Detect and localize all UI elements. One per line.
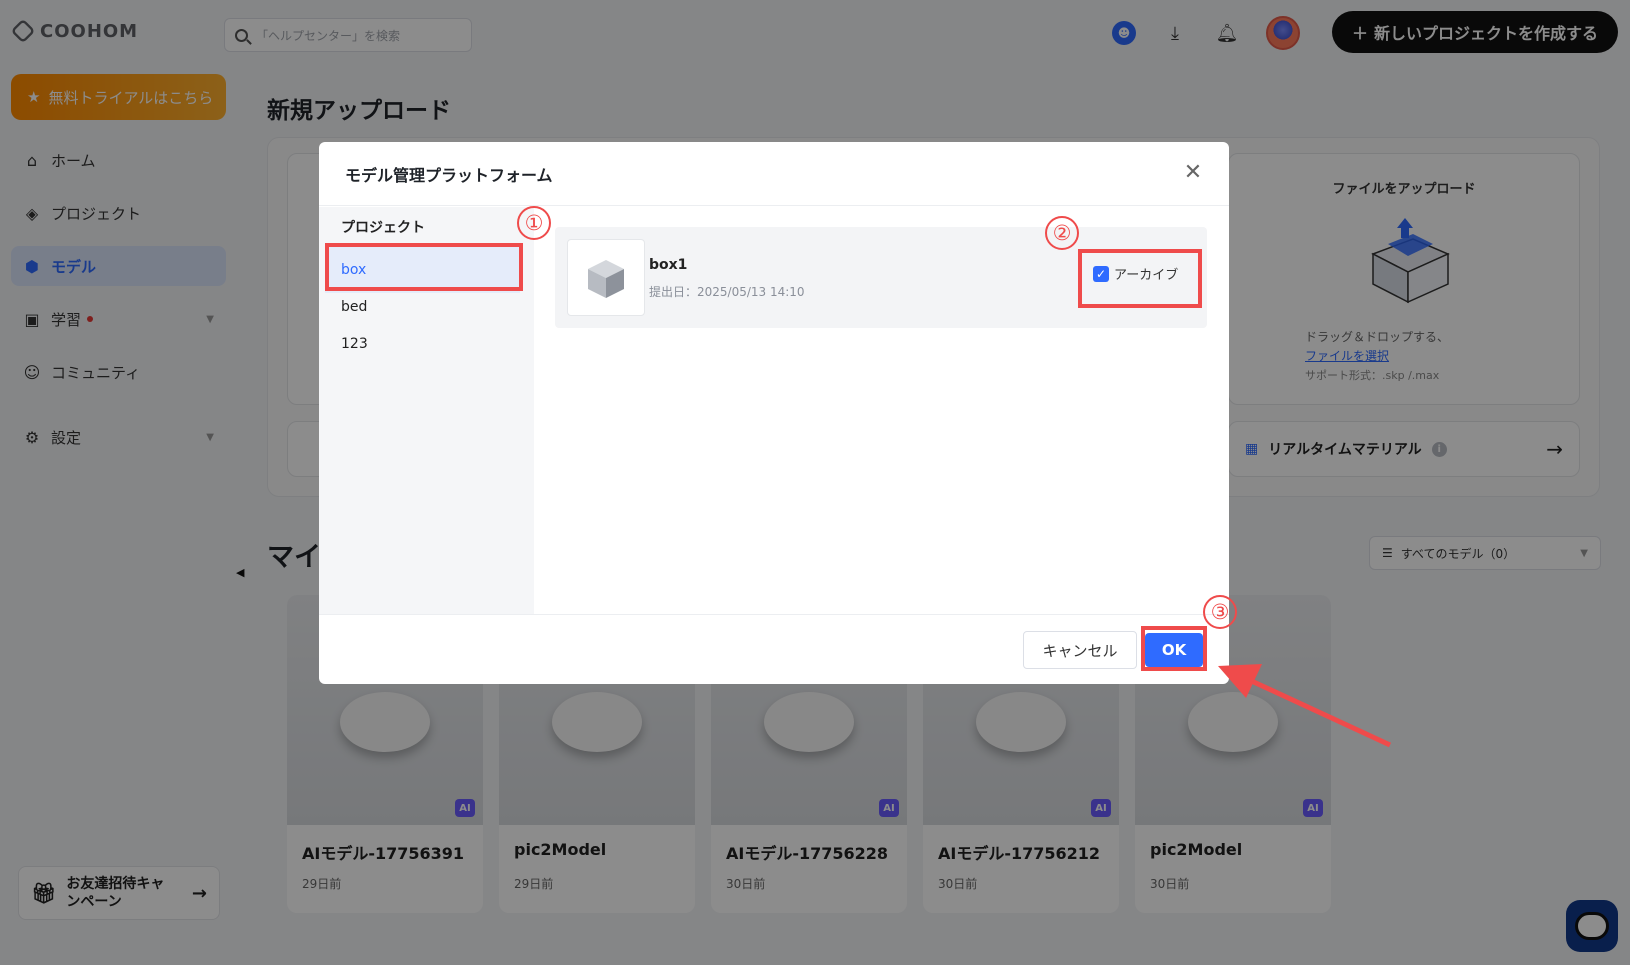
model-management-dialog: モデル管理プラットフォーム ✕ プロジェクト box bed 123 box1 … <box>319 142 1229 684</box>
cancel-button[interactable]: キャンセル <box>1023 631 1137 669</box>
annotation-box-archive <box>1078 249 1202 308</box>
annotation-step-2: ② <box>1045 216 1079 250</box>
model-submit-date: 提出日：2025/05/13 14:10 <box>649 285 805 299</box>
annotation-step-3: ③ <box>1203 595 1237 629</box>
dialog-footer: キャンセル OK <box>319 614 1229 684</box>
dialog-title: モデル管理プラットフォーム <box>345 165 553 185</box>
project-item-123[interactable]: 123 <box>325 321 520 367</box>
annotation-step-1: ① <box>517 206 551 240</box>
annotation-arrow-icon <box>1218 664 1392 748</box>
cube-icon <box>588 259 624 298</box>
model-name: box1 <box>649 257 688 273</box>
project-list-title: プロジェクト <box>341 220 425 236</box>
close-icon[interactable]: ✕ <box>1181 161 1205 185</box>
dialog-header: モデル管理プラットフォーム ✕ <box>319 142 1229 206</box>
model-thumbnail <box>567 239 645 316</box>
annotation-box-ok <box>1141 626 1207 671</box>
annotation-box-project <box>325 243 523 291</box>
